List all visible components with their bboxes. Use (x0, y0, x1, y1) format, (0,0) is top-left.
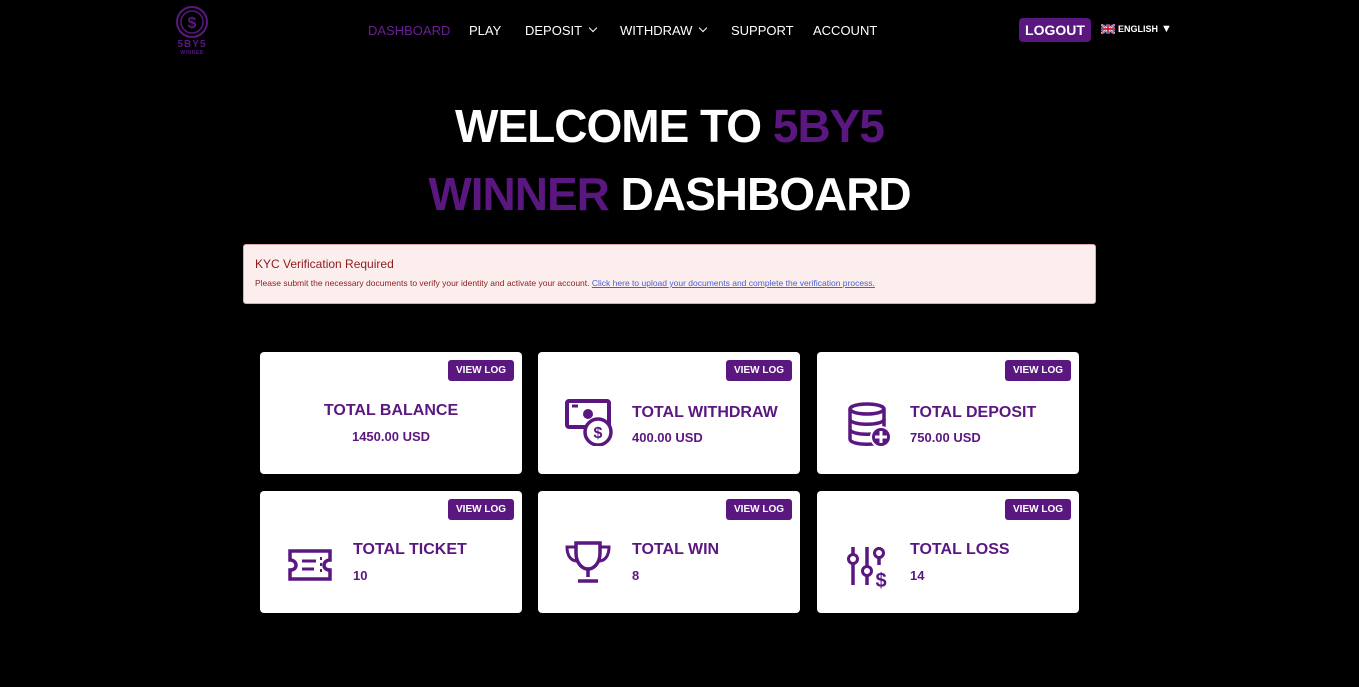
cash-dollar-icon: $ (565, 399, 613, 446)
card-total-withdraw: VIEW LOG $ TOTAL WITHDRAW 400.00 USD (538, 352, 800, 474)
card-total-loss: VIEW LOG $ TOTAL LOSS 14 (817, 491, 1079, 613)
chevron-down-icon (699, 23, 708, 33)
nav-deposit[interactable]: DEPOSIT (525, 22, 620, 38)
logo-text: 5BY5 (177, 39, 207, 50)
card-label: TOTAL WITHDRAW (632, 404, 778, 421)
card-total-balance: VIEW LOG TOTAL BALANCE 1450.00 USD (260, 352, 522, 474)
logout-button[interactable]: LOGOUT (1019, 18, 1091, 42)
kyc-upload-link[interactable]: Click here to upload your documents and … (592, 278, 875, 288)
caret-down-icon: ▼ (1161, 23, 1172, 35)
logo-subtext: WINNER (180, 50, 204, 56)
card-value: 10 (353, 568, 368, 583)
card-value: 1450.00 USD (351, 429, 431, 444)
alert-body: Please submit the necessary documents to… (255, 278, 1084, 288)
svg-text:$: $ (594, 425, 603, 442)
svg-text:$: $ (875, 570, 886, 591)
brand-logo[interactable]: $ 5BY5 WINNER (172, 6, 212, 58)
nav-support-label: SUPPORT (731, 22, 794, 38)
sliders-dollar-icon: $ (847, 547, 887, 591)
view-log-button[interactable]: VIEW LOG (1005, 360, 1071, 381)
card-label: TOTAL BALANCE (323, 402, 459, 419)
card-total-deposit: VIEW LOG TOTAL DEPOSIT 750.00 USD (817, 352, 1079, 474)
view-log-button[interactable]: VIEW LOG (448, 360, 514, 381)
card-total-ticket: VIEW LOG TOTAL TICKET 10 (260, 491, 522, 613)
card-label: TOTAL LOSS (910, 541, 1010, 558)
card-label: TOTAL TICKET (353, 541, 467, 558)
nav-withdraw-label: WITHDRAW (620, 22, 693, 38)
alert-message: Please submit the necessary documents to… (255, 278, 590, 288)
svg-text:$: $ (188, 15, 197, 32)
nav-play[interactable]: PLAY (469, 22, 525, 38)
nav-dashboard-label: DASHBOARD (368, 22, 451, 38)
nav-deposit-label: DEPOSIT (525, 22, 583, 38)
card-value: 750.00 USD (910, 430, 981, 445)
page-title: WELCOME TO 5BY5 WINNER DASHBOARD (0, 92, 1339, 228)
view-log-button[interactable]: VIEW LOG (726, 360, 792, 381)
nav-support[interactable]: SUPPORT (731, 22, 813, 38)
logo-dollar-icon: $ (176, 6, 208, 38)
language-selector[interactable]: ENGLISH ▼ (1101, 23, 1172, 35)
title-dashboard: DASHBOARD (620, 168, 912, 220)
nav-withdraw[interactable]: WITHDRAW (620, 22, 731, 38)
nav-play-label: PLAY (469, 22, 502, 38)
card-label: TOTAL WIN (632, 541, 720, 558)
title-brand: 5BY5 (772, 100, 885, 152)
card-label: TOTAL DEPOSIT (910, 404, 1037, 421)
title-welcome: WELCOME TO (455, 100, 762, 152)
trophy-icon (565, 541, 611, 583)
view-log-button[interactable]: VIEW LOG (726, 499, 792, 520)
card-total-win: VIEW LOG TOTAL WIN 8 (538, 491, 800, 613)
alert-title: KYC Verification Required (255, 257, 394, 271)
uk-flag-icon (1101, 24, 1115, 34)
nav-dashboard[interactable]: DASHBOARD (368, 22, 469, 38)
nav-account-label: ACCOUNT (813, 22, 878, 38)
database-plus-icon (848, 402, 892, 448)
nav-account[interactable]: ACCOUNT (813, 22, 877, 38)
card-value: 400.00 USD (632, 430, 703, 445)
chevron-down-icon (588, 23, 598, 33)
ticket-icon (288, 549, 332, 581)
kyc-alert: KYC Verification Required Please submit … (243, 244, 1096, 304)
view-log-button[interactable]: VIEW LOG (448, 499, 514, 520)
card-value: 14 (910, 568, 925, 583)
title-winner: WINNER (428, 168, 610, 220)
view-log-button[interactable]: VIEW LOG (1005, 499, 1071, 520)
card-value: 8 (632, 568, 640, 583)
main-nav: DASHBOARD PLAY DEPOSIT WITHDRAW SUPPORT … (368, 22, 877, 38)
language-label: ENGLISH (1118, 24, 1159, 34)
